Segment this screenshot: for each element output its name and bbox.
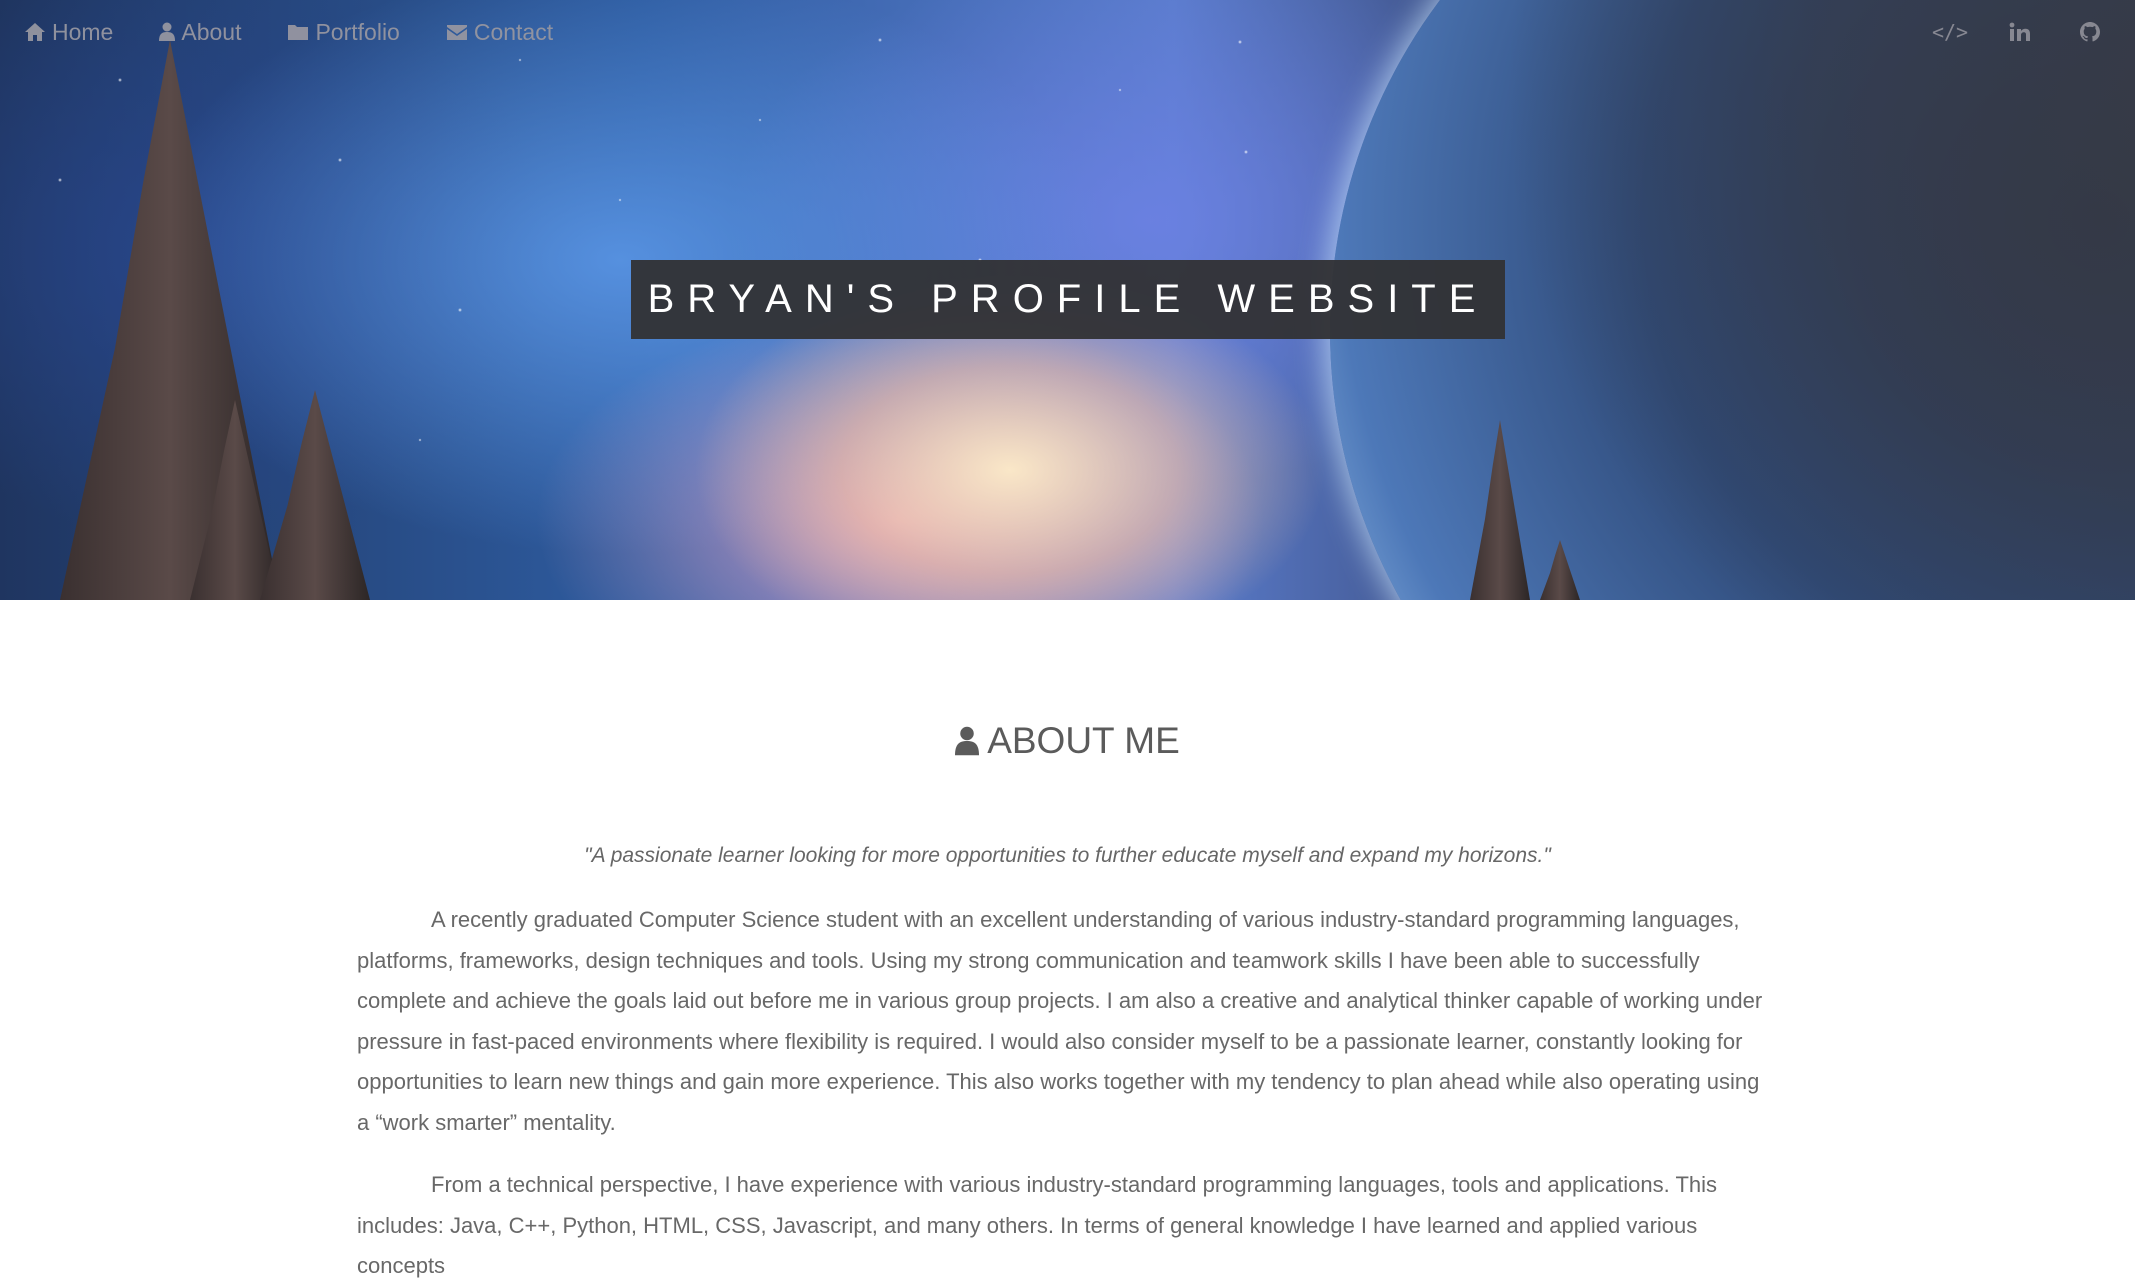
github-link[interactable]	[2077, 19, 2103, 45]
social-links: </>	[1932, 19, 2111, 45]
github-icon	[2080, 22, 2100, 42]
about-heading-text: ABOUT ME	[987, 720, 1180, 761]
user-icon	[159, 22, 176, 41]
about-quote: "A passionate learner looking for more o…	[584, 844, 1551, 867]
site-title: BRYAN'S PROFILE WEBSITE	[631, 260, 1505, 339]
about-paragraph: A recently graduated Computer Science st…	[357, 907, 1763, 1135]
nav-contact-label: Contact	[473, 18, 554, 45]
about-paragraph: From a technical perspective, I have exp…	[357, 1172, 1718, 1278]
code-link[interactable]: </>	[1932, 19, 1968, 45]
nav-home-link[interactable]: Home	[24, 19, 113, 46]
envelope-icon	[446, 24, 467, 40]
nav-links: Home About Portfolio Contact	[24, 19, 553, 46]
nav-about-link[interactable]: About	[159, 19, 241, 46]
nav-about-label: About	[181, 18, 242, 45]
nav-contact-link[interactable]: Contact	[446, 19, 553, 46]
folder-icon	[288, 25, 309, 40]
linkedin-icon	[2009, 22, 2030, 41]
nav-home-label: Home	[52, 18, 114, 45]
hero-banner: Home About Portfolio Contact </> BRYAN'S…	[0, 0, 2135, 600]
top-nav: Home About Portfolio Contact </>	[0, 0, 2135, 64]
nav-portfolio-label: Portfolio	[315, 18, 400, 45]
nav-portfolio-link[interactable]: Portfolio	[287, 18, 400, 46]
code-icon: </>	[1931, 20, 1969, 44]
planet-shadow	[1500, 0, 2135, 600]
about-heading: ABOUT ME	[0, 720, 2135, 762]
user-icon	[955, 726, 980, 756]
linkedin-link[interactable]	[2007, 19, 2033, 45]
home-icon	[25, 23, 45, 41]
